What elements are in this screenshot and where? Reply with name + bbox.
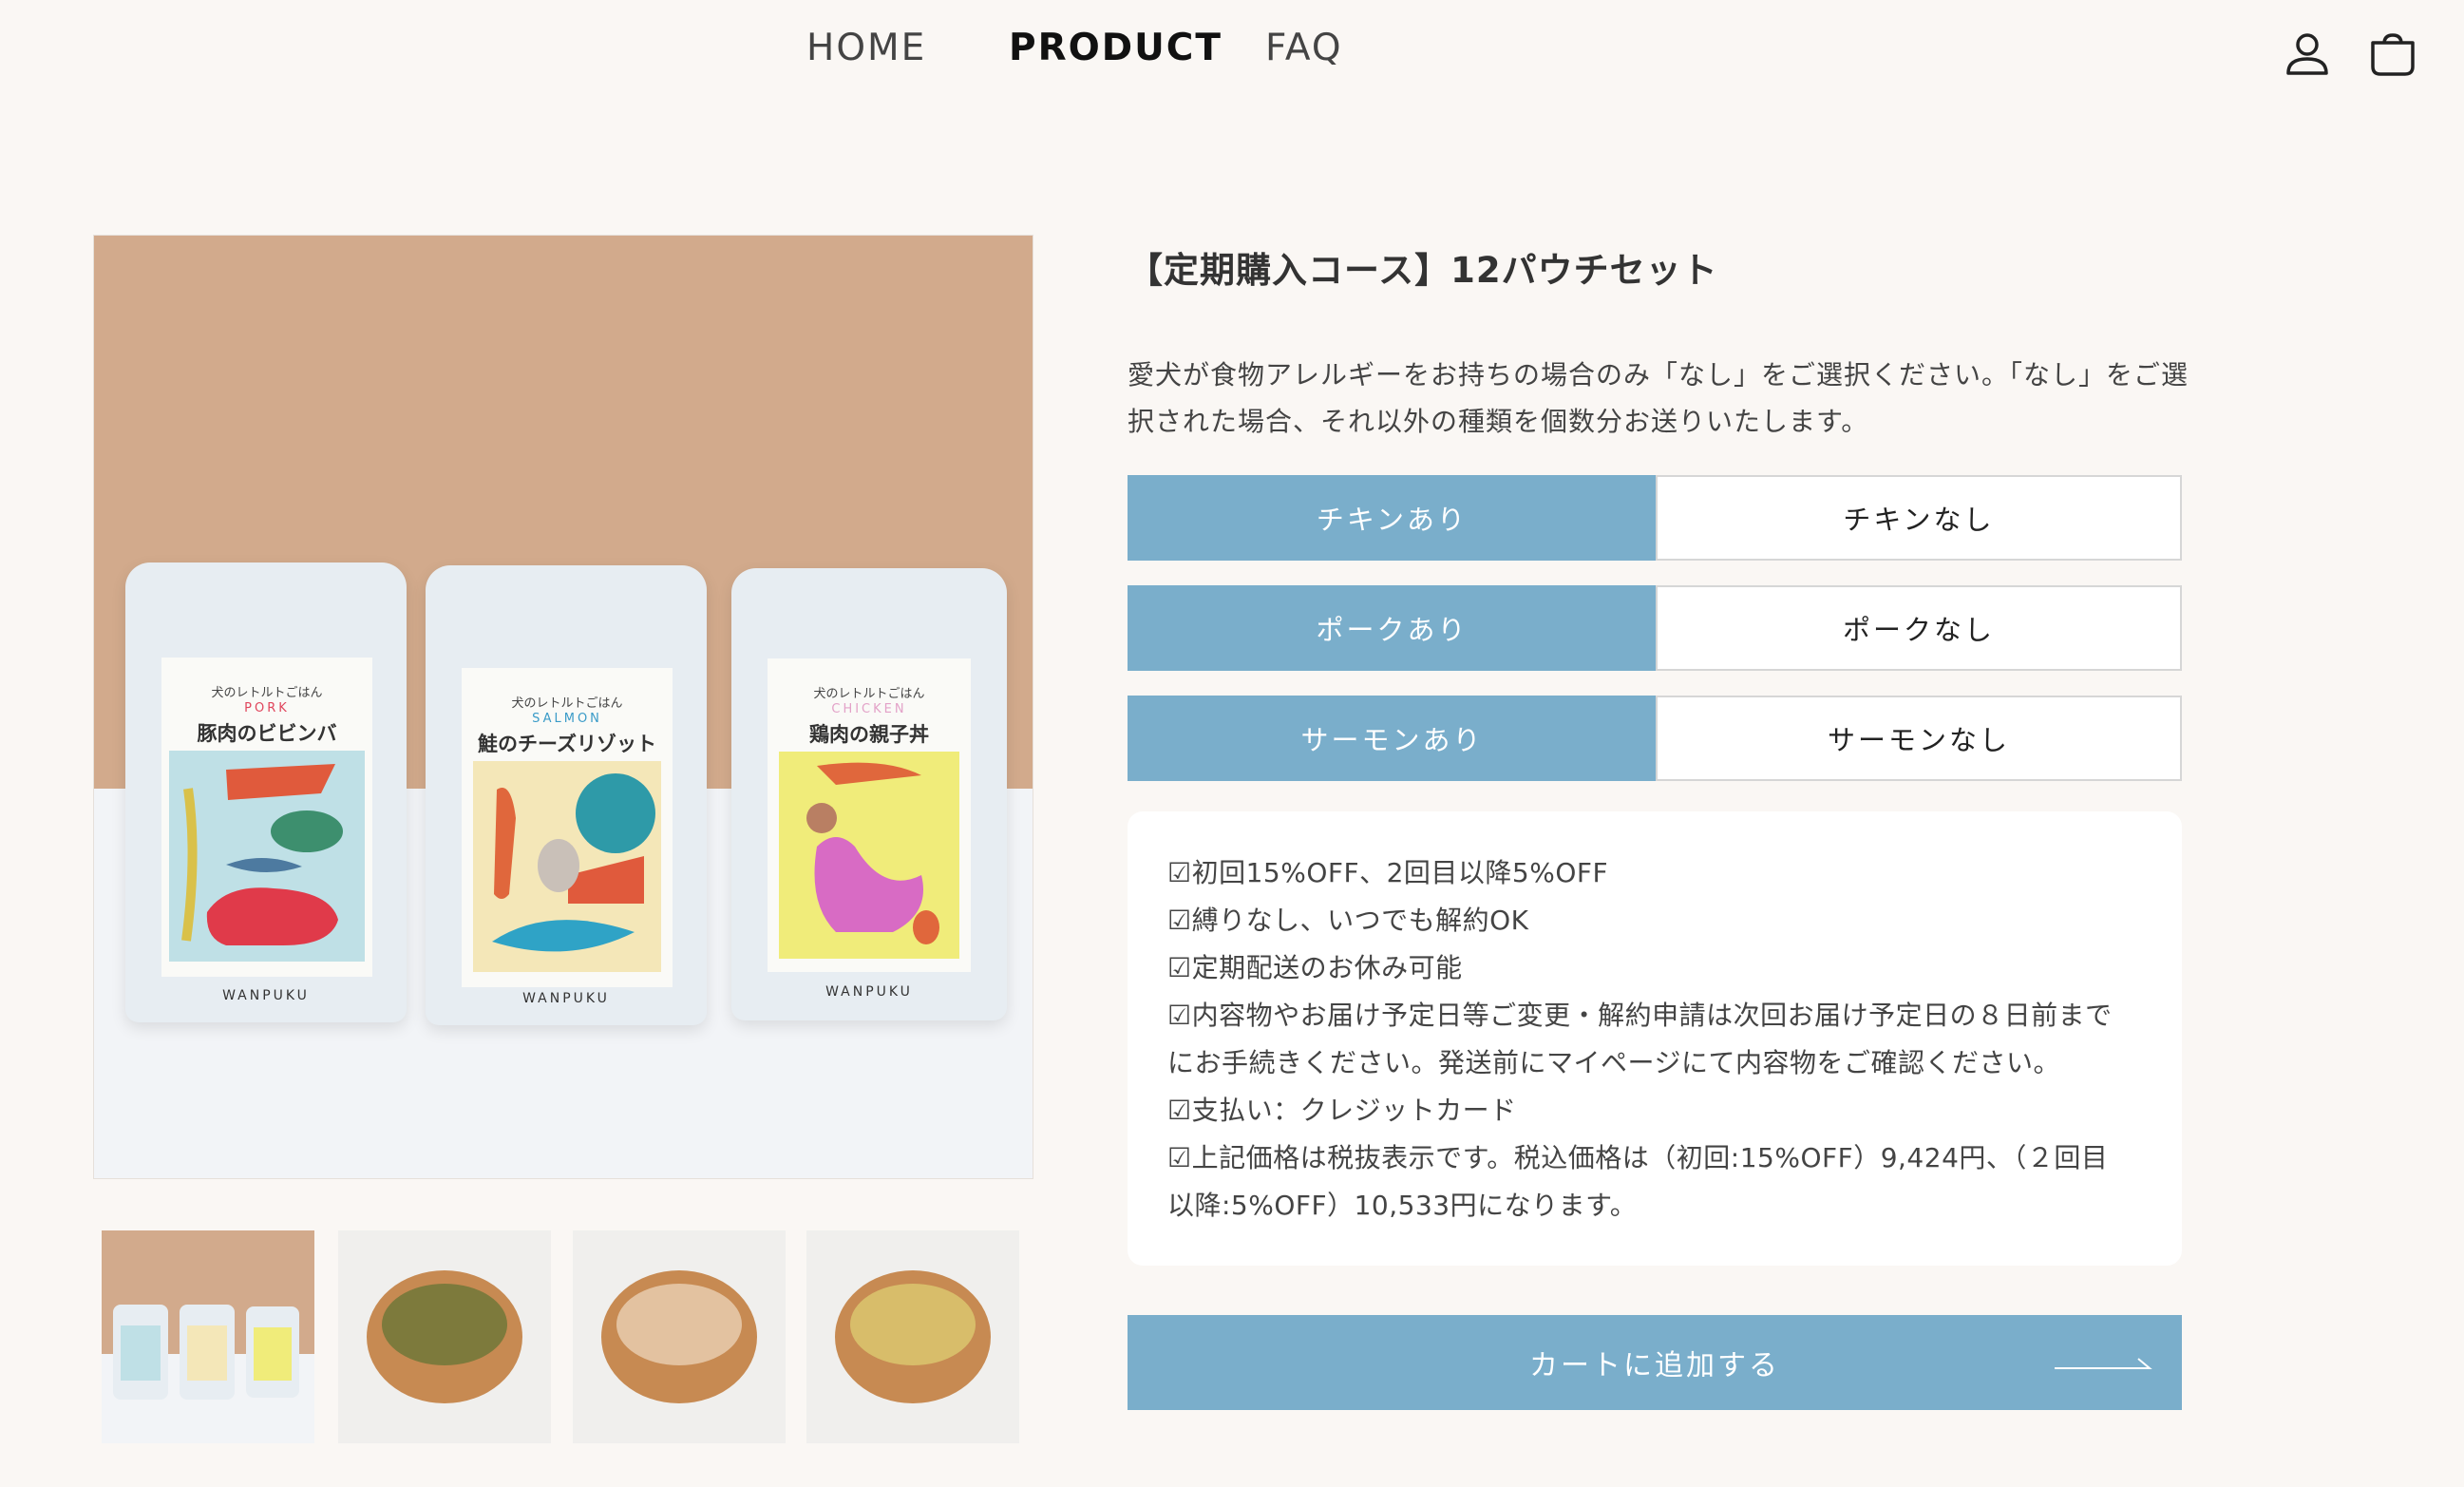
salmon-illustration (473, 761, 661, 972)
chicken-illustration (779, 752, 959, 959)
product-main-image[interactable]: 犬のレトルトごはん PORK 豚肉のビビンバ WANPUKU 犬のレトルトごはん… (93, 235, 1033, 1179)
pouch-label: 犬のレトルトごはん CHICKEN 鶏肉の親子丼 (768, 658, 971, 972)
thumbnail-3[interactable] (573, 1230, 786, 1443)
salmon-pouch: 犬のレトルトごはん SALMON 鮭のチーズリゾット WANPUKU (426, 565, 707, 1025)
bowl (367, 1270, 522, 1403)
mini-pouch (113, 1305, 168, 1400)
nav-home[interactable]: HOME (806, 27, 926, 69)
pouch-type: SALMON (532, 712, 602, 726)
option-pork-no[interactable]: ポークなし (1656, 585, 2182, 671)
pouch-brand: WANPUKU (825, 984, 913, 1000)
nav-faq[interactable]: FAQ (1265, 27, 1343, 69)
cart-icon[interactable] (2367, 29, 2418, 80)
info-line: ☑内容物やお届け予定日等ご変更・解約申請は次回お届け予定日の８日前まで (1167, 1000, 2113, 1031)
info-line: にお手続きください。発送前にマイページにて内容物をご確認ください。 (1167, 1047, 2060, 1078)
option-pork-yes[interactable]: ポークあり (1128, 585, 1657, 671)
pouch-name: 豚肉のビビンバ (197, 722, 337, 745)
pouch-brand: WANPUKU (222, 988, 310, 1003)
pouch-label: 犬のレトルトごはん SALMON 鮭のチーズリゾット (462, 668, 673, 987)
pouch-label: 犬のレトルトごはん PORK 豚肉のビビンバ (161, 658, 372, 977)
course-info-box: ☑初回15%OFF、2回目以降5%OFF ☑縛りなし、いつでも解約OK ☑定期配… (1128, 811, 2182, 1266)
product-title: 【定期購入コース】12パウチセット (1128, 250, 1718, 291)
pouch-name: 鮭のチーズリゾット (478, 733, 656, 755)
pork-illustration (169, 751, 365, 962)
product-description: 愛犬が食物アレルギーをお持ちの場合のみ「なし」をご選択ください。「なし」をご選択… (1128, 359, 2189, 437)
pouch-type: CHICKEN (831, 702, 907, 716)
mini-pouch (180, 1305, 235, 1400)
pork-pouch: 犬のレトルトごはん PORK 豚肉のビビンバ WANPUKU (125, 562, 407, 1022)
bowl (601, 1270, 757, 1403)
add-to-cart-button[interactable]: カートに追加する (1128, 1315, 2182, 1410)
option-salmon-no[interactable]: サーモンなし (1656, 696, 2182, 781)
option-salmon-yes[interactable]: サーモンあり (1128, 696, 1657, 781)
info-line: ☑縛りなし、いつでも解約OK (1167, 905, 1529, 936)
pouch-subtitle: 犬のレトルトごはん (211, 686, 323, 700)
info-line: ☑初回15%OFF、2回目以降5%OFF (1167, 857, 1609, 888)
pouch-type: PORK (244, 701, 290, 715)
thumbnail-1[interactable] (102, 1230, 314, 1443)
user-icon[interactable] (2282, 29, 2333, 80)
nav-product[interactable]: PRODUCT (1009, 27, 1223, 69)
bowl (835, 1270, 991, 1403)
pouch-subtitle: 犬のレトルトごはん (511, 696, 623, 711)
chicken-pouch: 犬のレトルトごはん CHICKEN 鶏肉の親子丼 WANPUKU (731, 568, 1007, 1020)
add-to-cart-label: カートに追加する (1529, 1349, 1780, 1382)
arrow-right-icon (2055, 1358, 2152, 1369)
main-navigation: HOME PRODUCT FAQ (0, 27, 2464, 84)
info-line: ☑支払い：クレジットカード (1167, 1095, 1517, 1126)
thumbnail-4[interactable] (806, 1230, 1019, 1443)
info-line: 以降:5%OFF）10,533円になります。 (1167, 1190, 1638, 1221)
option-chicken-no[interactable]: チキンなし (1656, 475, 2182, 561)
pouch-brand: WANPUKU (522, 991, 610, 1006)
info-line: ☑定期配送のお休み可能 (1167, 952, 1463, 983)
thumbnail-2[interactable] (338, 1230, 551, 1443)
pouch-name: 鶏肉の親子丼 (809, 723, 929, 746)
mini-pouch (246, 1306, 299, 1398)
pouch-subtitle: 犬のレトルトごはん (813, 687, 925, 701)
info-line: ☑上記価格は税抜表示です。税込価格は（初回:15%OFF）9,424円、（２回目 (1167, 1142, 2109, 1173)
option-chicken-yes[interactable]: チキンあり (1128, 475, 1657, 561)
